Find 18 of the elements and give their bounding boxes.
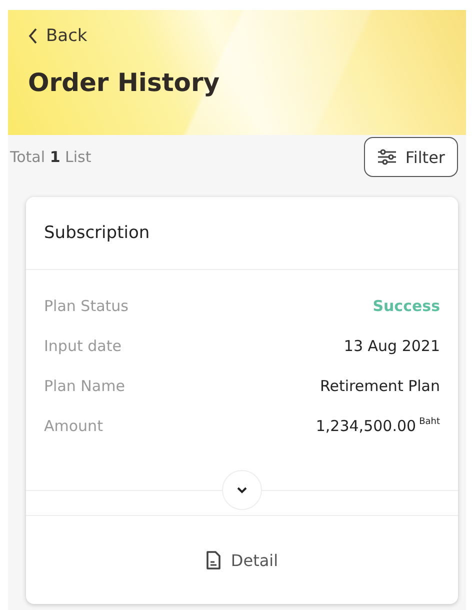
field-label: Plan Status (44, 297, 128, 315)
status-value: Success (372, 297, 440, 315)
total-count: Total 1 List (10, 148, 92, 166)
chevron-left-icon (28, 28, 38, 44)
field-value: 13 Aug 2021 (344, 337, 440, 355)
sliders-icon (377, 149, 398, 165)
chevron-down-icon (237, 486, 247, 494)
field-label: Amount (44, 417, 103, 435)
document-icon (206, 550, 221, 570)
page-title: Order History (28, 68, 221, 97)
field-label: Plan Name (44, 377, 125, 395)
expand-toggle[interactable] (222, 470, 262, 510)
field-label: Input date (44, 337, 122, 355)
detail-button[interactable]: Detail (200, 550, 284, 570)
back-button[interactable]: Back (28, 26, 88, 46)
card-title: Subscription (44, 223, 150, 243)
filter-button[interactable]: Filter (364, 137, 458, 177)
field-value: Retirement Plan (320, 377, 440, 395)
